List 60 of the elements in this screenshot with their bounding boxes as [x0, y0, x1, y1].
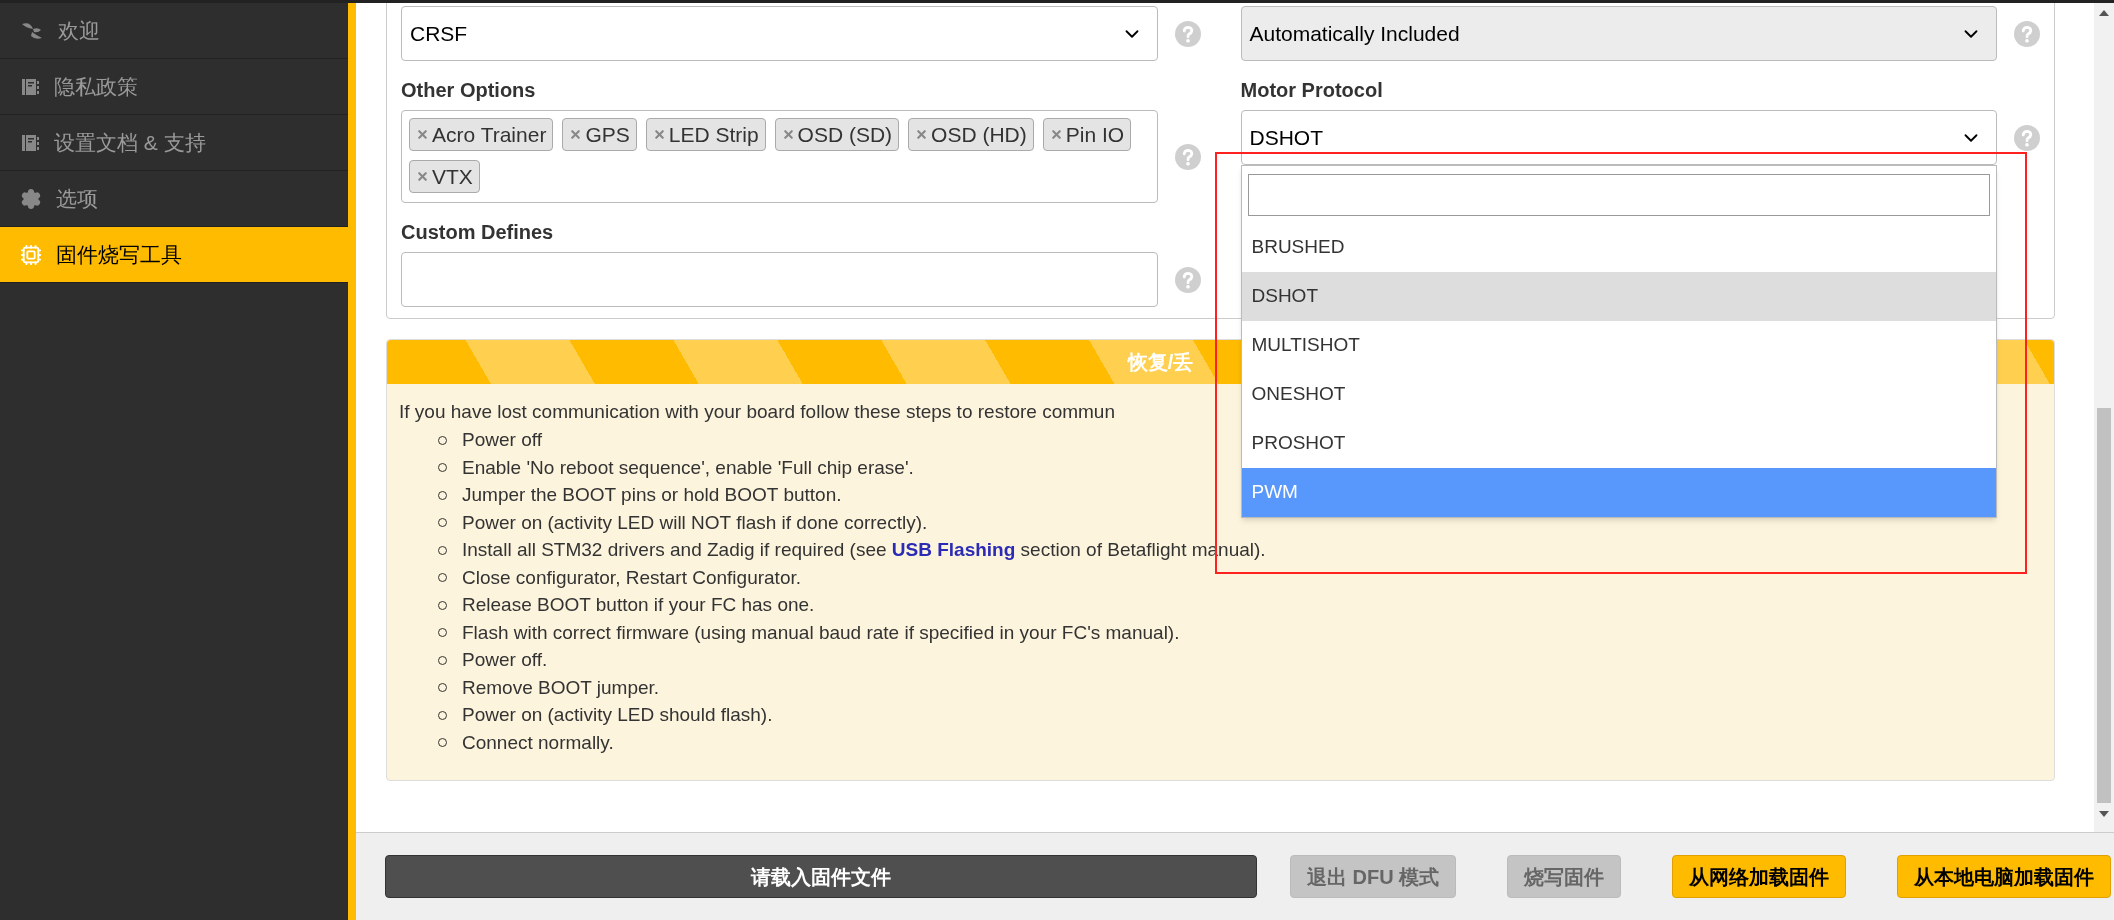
- help-icon[interactable]: [1174, 20, 1201, 47]
- remove-icon[interactable]: [416, 128, 429, 141]
- step-text: Connect normally.: [462, 730, 614, 755]
- help-icon[interactable]: [1174, 143, 1201, 170]
- field-label: Motor Protocol: [1240, 78, 1384, 103]
- step-text: Power on (activity LED will NOT flash if done correctly).: [462, 510, 928, 535]
- manual-link[interactable]: USB Flashing: [891, 539, 1016, 560]
- option-tag[interactable]: Pin IO: [1042, 118, 1132, 151]
- toolbar-button[interactable]: 请载入固件文件: [385, 855, 1257, 898]
- chip-icon: [20, 243, 42, 266]
- intro-text: If you have lost communication with your board follow these steps to restore commun: [399, 400, 1116, 424]
- help-icon[interactable]: [1174, 266, 1201, 293]
- notebook-icon: [20, 76, 40, 97]
- insect-icon: [20, 20, 44, 41]
- remove-icon[interactable]: [915, 128, 929, 141]
- tags-field[interactable]: Acro Trainer GPS LED Strip OSD (SD) OSD (HD) Pin IO VTX: [401, 110, 1158, 203]
- up-arrow-icon[interactable]: [2099, 10, 2109, 16]
- toolbar-button[interactable]: 从网络加载固件: [1672, 855, 1847, 898]
- dropdown-option[interactable]: ONESHOT: [1241, 370, 1996, 419]
- remove-icon[interactable]: [652, 128, 666, 141]
- notebook-icon: [20, 132, 40, 153]
- remove-icon[interactable]: [1049, 128, 1063, 141]
- help-icon[interactable]: [2014, 20, 2040, 47]
- step-text: Power on (activity LED should flash).: [462, 703, 773, 727]
- scroll-thumb[interactable]: [2097, 408, 2111, 803]
- dropdown-option[interactable]: DSHOT: [1241, 272, 1996, 321]
- option-tag[interactable]: VTX: [409, 160, 480, 193]
- dropdown-option[interactable]: BRUSHED: [1241, 223, 1996, 272]
- sidebar-item[interactable]: 固件烧写工具: [0, 227, 348, 283]
- option-tag[interactable]: Acro Trainer: [409, 118, 554, 151]
- gear-icon: [20, 187, 42, 210]
- remove-icon[interactable]: [781, 128, 795, 141]
- text-field[interactable]: [401, 252, 1158, 307]
- step-text: Flash with correct firmware (using manual baud rate if specified in your FC's manual).: [462, 620, 1180, 645]
- help-icon[interactable]: [2014, 124, 2040, 151]
- option-tag[interactable]: OSD (SD): [774, 118, 900, 151]
- dropdown-option[interactable]: MULTISHOT: [1241, 321, 1996, 370]
- sidebar-item[interactable]: 隐私政策: [0, 59, 348, 115]
- remove-icon[interactable]: [416, 170, 429, 183]
- toolbar-button[interactable]: 从本地电脑加载固件: [1897, 855, 2112, 898]
- option-tag[interactable]: OSD (HD): [908, 118, 1034, 151]
- field-label: Other Options: [401, 78, 537, 103]
- sidebar-item[interactable]: 设置文档 & 支持: [0, 115, 348, 171]
- step-text: Power off.: [462, 648, 548, 672]
- step-text: Close configurator, Restart Configurator.: [462, 565, 801, 590]
- down-arrow-icon[interactable]: [2099, 811, 2109, 817]
- select-field[interactable]: DSHOT: [1240, 110, 1997, 165]
- option-tag[interactable]: GPS: [562, 118, 637, 151]
- select-field[interactable]: CRSF: [401, 6, 1158, 61]
- panel-title: 恢复/丢: [1127, 350, 1194, 375]
- remove-icon[interactable]: [569, 128, 583, 141]
- search-field[interactable]: [1247, 174, 1990, 216]
- step-text: Power off: [462, 428, 542, 452]
- option-tag[interactable]: LED Strip: [645, 118, 766, 151]
- step-text: Enable 'No reboot sequence', enable 'Full chip erase'.: [462, 455, 914, 480]
- step-text: Remove BOOT jumper.: [462, 675, 660, 700]
- field-label: Custom Defines: [401, 220, 555, 245]
- dropdown-option[interactable]: PROSHOT: [1241, 419, 1996, 468]
- step-text: Jumper the BOOT pins or hold BOOT button.: [462, 483, 842, 507]
- step-text: Release BOOT button if your FC has one.: [462, 593, 815, 617]
